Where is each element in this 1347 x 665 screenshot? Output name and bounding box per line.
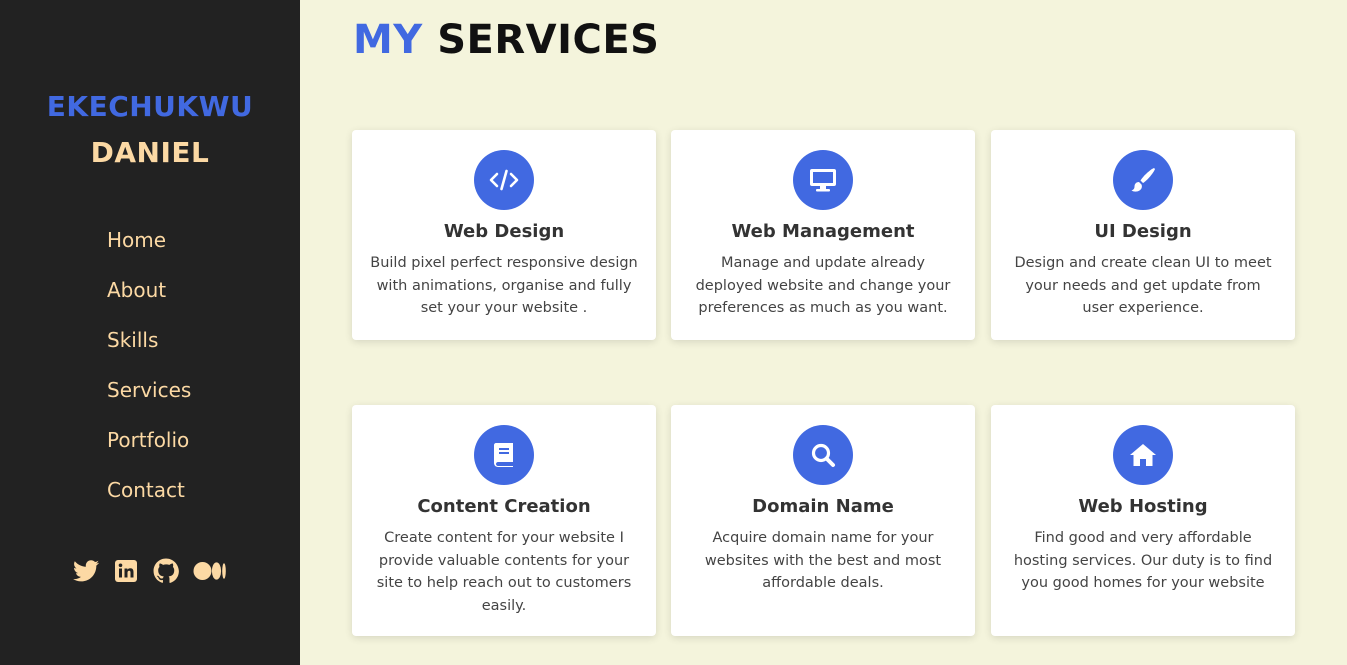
service-title: UI Design: [1094, 221, 1192, 242]
service-description: Find good and very affordable hosting se…: [1013, 530, 1273, 591]
nav-item-skills[interactable]: Skills: [107, 326, 191, 376]
service-description: Create content for your website I provid…: [376, 530, 632, 614]
search-icon: [793, 425, 853, 485]
service-card-web-hosting: Web Hosting Find good and very affordabl…: [991, 405, 1295, 636]
home-icon: [1113, 425, 1173, 485]
service-title: Web Hosting: [1078, 496, 1208, 517]
service-title: Domain Name: [752, 496, 894, 517]
linkedin-icon[interactable]: [113, 558, 139, 584]
service-card-web-design: Web Design Build pixel perfect responsiv…: [352, 130, 656, 340]
code-icon: [474, 150, 534, 210]
page-title: MY SERVICES: [353, 16, 659, 64]
service-title: Content Creation: [417, 496, 591, 517]
brand-first-name: EKECHUKWU: [46, 90, 254, 123]
service-description: Build pixel perfect responsive design wi…: [370, 255, 638, 316]
service-title: Web Design: [443, 221, 565, 242]
page-title-main: SERVICES: [437, 17, 660, 63]
brand-last-name: DANIEL: [90, 136, 210, 169]
medium-icon[interactable]: [193, 558, 227, 584]
sidebar: EKECHUKWU DANIEL Home About Skills Servi…: [0, 0, 300, 665]
nav-item-about[interactable]: About: [107, 276, 191, 326]
book-icon: [474, 425, 534, 485]
service-card-domain-name: Domain Name Acquire domain name for your…: [671, 405, 975, 636]
service-description: Manage and update already deployed websi…: [695, 255, 951, 316]
nav-item-home[interactable]: Home: [107, 226, 191, 276]
paintbrush-icon: [1113, 150, 1173, 210]
nav-item-portfolio[interactable]: Portfolio: [107, 426, 191, 476]
service-card-ui-design: UI Design Design and create clean UI to …: [991, 130, 1295, 340]
service-description: Design and create clean UI to meet your …: [1014, 255, 1272, 316]
github-icon[interactable]: [153, 558, 179, 584]
nav-item-contact[interactable]: Contact: [107, 476, 191, 526]
service-card-content-creation: Content Creation Create content for your…: [352, 405, 656, 636]
service-description: Acquire domain name for your websites wi…: [704, 530, 942, 591]
page-title-accent: MY: [353, 17, 423, 63]
desktop-icon: [793, 150, 853, 210]
service-card-web-management: Web Management Manage and update already…: [671, 130, 975, 340]
nav-menu: Home About Skills Services Portfolio Con…: [107, 226, 191, 526]
twitter-icon[interactable]: [73, 558, 99, 584]
service-title: Web Management: [731, 221, 915, 242]
nav-item-services[interactable]: Services: [107, 376, 191, 426]
brand-name: EKECHUKWU DANIEL: [0, 84, 300, 176]
social-links: [73, 558, 227, 584]
